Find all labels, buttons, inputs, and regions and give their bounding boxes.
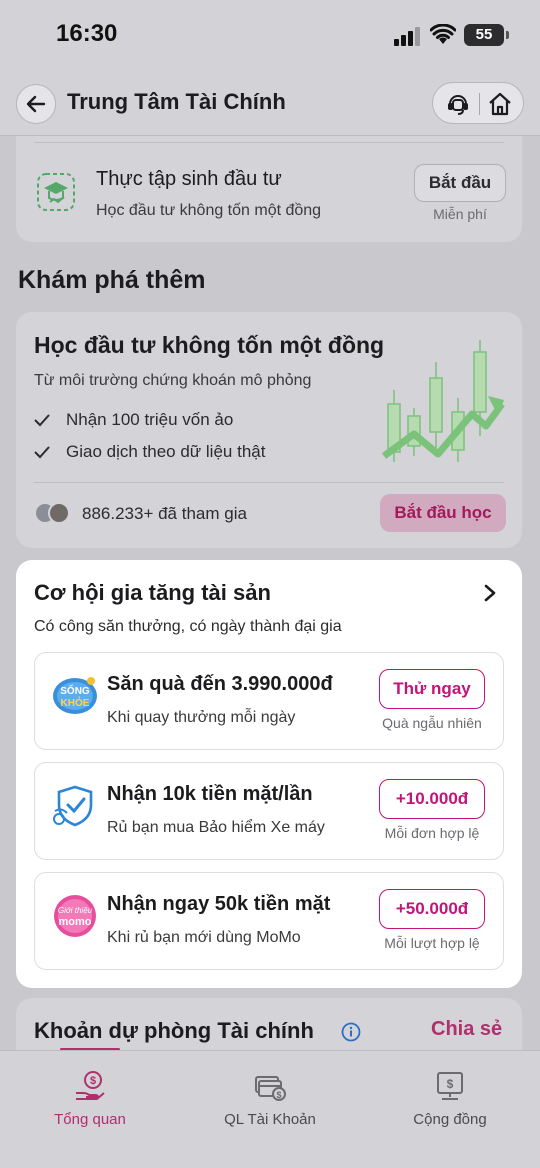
intern-title: Thực tập sinh đầu tư bbox=[96, 168, 282, 190]
explore-section-title: Khám phá thêm bbox=[18, 266, 206, 294]
status-bar: 16:30 55 bbox=[0, 0, 540, 72]
offer-title: Săn quà đến 3.990.000đ bbox=[107, 673, 333, 695]
avatar bbox=[48, 502, 70, 524]
motorbike-shield-icon bbox=[53, 785, 93, 827]
offer-item[interactable]: SỐNG KHỎE Săn quà đến 3.990.000đ Khi qua… bbox=[34, 652, 504, 750]
learn-investing-card[interactable]: Học đầu tư không tốn một đồng Từ môi trư… bbox=[16, 312, 522, 548]
offer-title: Nhận 10k tiền mặt/lần bbox=[107, 783, 313, 805]
opportunities-title: Cơ hội gia tăng tài sản bbox=[34, 580, 271, 605]
graduation-cap-icon bbox=[37, 173, 75, 211]
check-icon bbox=[34, 446, 50, 459]
wifi-icon bbox=[430, 24, 456, 44]
bullet-text: Nhận 100 triệu vốn ảo bbox=[66, 410, 234, 429]
support-agent-icon[interactable] bbox=[445, 91, 471, 117]
gioi-thieu-momo-logo-icon: Giới thiệu momo bbox=[54, 895, 96, 937]
reserve-title: Khoản dự phòng Tài chính bbox=[34, 1018, 314, 1043]
try-now-button[interactable]: Thử ngay bbox=[379, 669, 485, 709]
offer-subtitle: Khi quay thưởng mỗi ngày bbox=[107, 709, 296, 726]
chevron-right-icon[interactable] bbox=[482, 584, 498, 602]
logo-text: momo bbox=[59, 916, 92, 928]
tab-label: Tổng quan bbox=[54, 1111, 126, 1128]
offer-note: Quà ngẫu nhiên bbox=[382, 715, 482, 731]
divider bbox=[34, 482, 504, 483]
status-time: 16:30 bbox=[56, 20, 118, 47]
tab-community[interactable]: $ Cộng đồng bbox=[375, 1069, 525, 1129]
offer-title: Nhận ngay 50k tiền mặt bbox=[107, 893, 331, 915]
opportunities-subtitle: Có công săn thưởng, có ngày thành đại gi… bbox=[34, 618, 342, 635]
participants-count: 886.233+ đã tham gia bbox=[82, 504, 247, 523]
check-icon bbox=[34, 414, 50, 427]
cards-money-icon: $ bbox=[255, 1076, 286, 1101]
bullet-item: Nhận 100 triệu vốn ảo bbox=[34, 410, 233, 430]
reward-amount-button[interactable]: +10.000đ bbox=[379, 779, 485, 819]
community-board-icon: $ bbox=[437, 1072, 463, 1100]
tab-label: Cộng đồng bbox=[413, 1111, 487, 1128]
reward-amount-button[interactable]: +50.000đ bbox=[379, 889, 485, 929]
top-header: Trung Tâm Tài Chính bbox=[0, 72, 540, 136]
tab-label: QL Tài Khoản bbox=[224, 1111, 316, 1128]
logo-text: Giới thiệu bbox=[58, 906, 93, 915]
svg-text:$: $ bbox=[276, 1090, 281, 1100]
offer-item[interactable]: Giới thiệu momo Nhận ngay 50k tiền mặt K… bbox=[34, 872, 504, 970]
start-button[interactable]: Bắt đầu bbox=[414, 164, 506, 202]
back-button[interactable] bbox=[16, 84, 56, 124]
header-divider bbox=[479, 93, 480, 115]
battery-icon: 55 bbox=[464, 24, 509, 46]
arrow-left-icon bbox=[26, 95, 46, 113]
svg-text:$: $ bbox=[90, 1075, 96, 1087]
svg-text:$: $ bbox=[447, 1077, 454, 1091]
money-hand-icon: $ bbox=[76, 1071, 105, 1100]
page-title: Trung Tâm Tài Chính bbox=[67, 89, 286, 114]
tab-account-management[interactable]: $ QL Tài Khoản bbox=[195, 1069, 345, 1129]
bottom-navigation: $ Tổng quan $ QL Tài Khoản $ Cộng đồng bbox=[0, 1050, 540, 1168]
learn-card-subtitle: Từ môi trường chứng khoán mô phỏng bbox=[34, 372, 312, 389]
learn-card-title: Học đầu tư không tốn một đồng bbox=[34, 332, 385, 358]
info-icon[interactable] bbox=[341, 1022, 361, 1042]
song-khoe-logo-icon: SỐNG KHỎE bbox=[53, 677, 97, 714]
offer-note: Mỗi lượt hợp lệ bbox=[384, 935, 480, 951]
logo-text: SỐNG bbox=[60, 683, 90, 697]
cellular-signal-icon bbox=[394, 27, 420, 46]
logo-text: KHỎE bbox=[61, 696, 90, 709]
candlestick-chart-illustration bbox=[382, 340, 505, 462]
header-actions bbox=[432, 82, 524, 124]
bullet-item: Giao dịch theo dữ liệu thật bbox=[34, 442, 265, 462]
participant-avatars bbox=[34, 502, 72, 524]
offer-subtitle: Khi rủ bạn mới dùng MoMo bbox=[107, 929, 301, 946]
tab-overview[interactable]: $ Tổng quan bbox=[15, 1069, 165, 1129]
offer-subtitle: Rủ bạn mua Bảo hiểm Xe máy bbox=[107, 819, 325, 836]
home-icon[interactable] bbox=[487, 91, 513, 117]
wealth-opportunities-card: Cơ hội gia tăng tài sản Có công săn thưở… bbox=[16, 560, 522, 988]
investment-intern-card[interactable]: Thực tập sinh đầu tư Học đầu tư không tố… bbox=[16, 136, 522, 242]
free-label: Miễn phí bbox=[433, 206, 487, 222]
bullet-text: Giao dịch theo dữ liệu thật bbox=[66, 442, 266, 461]
intern-subtitle: Học đầu tư không tốn một đồng bbox=[96, 202, 322, 219]
financial-reserve-card: Khoản dự phòng Tài chính Chia sẻ bbox=[16, 998, 522, 1058]
start-learning-button[interactable]: Bắt đầu học bbox=[380, 494, 506, 532]
offer-note: Mỗi đơn hợp lệ bbox=[384, 825, 480, 841]
divider bbox=[34, 142, 504, 143]
share-link[interactable]: Chia sẻ bbox=[431, 1018, 502, 1041]
offer-item[interactable]: Nhận 10k tiền mặt/lần Rủ bạn mua Bảo hiể… bbox=[34, 762, 504, 860]
